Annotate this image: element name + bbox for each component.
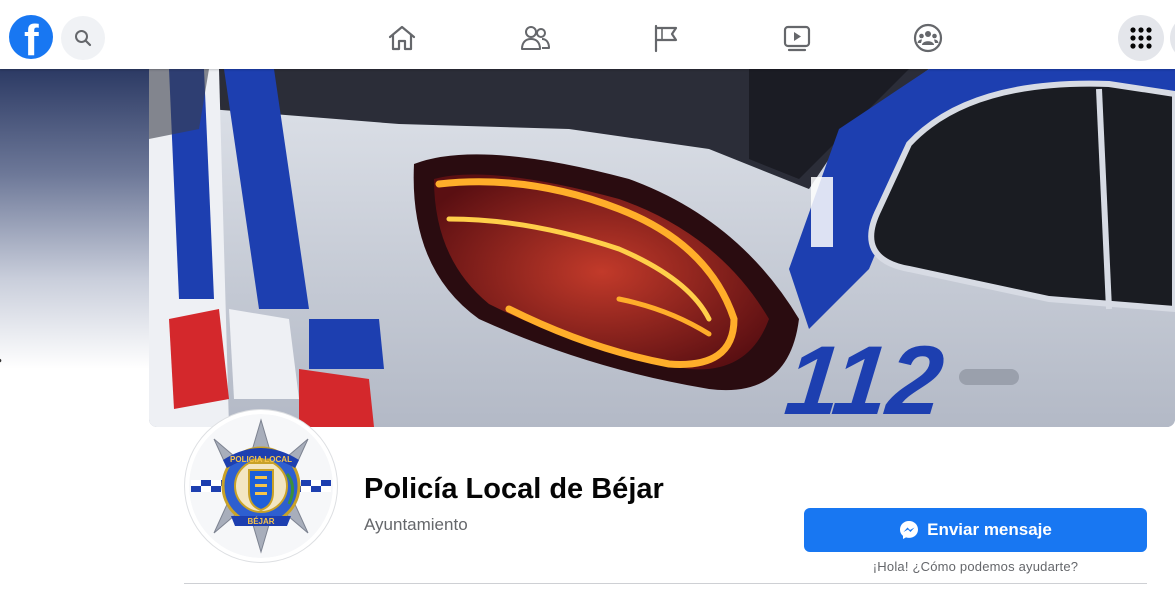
watch-icon: [783, 25, 811, 52]
facebook-logo-letter: f: [24, 16, 39, 59]
badge-top-text: POLICIA LOCAL: [230, 455, 292, 464]
profile-picture[interactable]: POLICIA LOCAL BÉJAR: [185, 410, 337, 562]
messenger-button-partial[interactable]: [1170, 15, 1175, 61]
cover-photo[interactable]: 112: [149, 69, 1175, 427]
page-category[interactable]: Ayuntamiento: [364, 515, 468, 535]
cover-number-text: 112: [781, 325, 949, 427]
search-button[interactable]: [61, 16, 105, 60]
police-car-illustration: 112: [149, 69, 1175, 427]
profile-picture-image: POLICIA LOCAL BÉJAR: [189, 414, 333, 558]
greeting-text: ¡Hola! ¿Cómo podemos ayudarte?: [872, 559, 1079, 574]
home-icon: [388, 25, 416, 51]
left-edge-glyph: •: [0, 352, 2, 368]
nav-pages[interactable]: [650, 22, 682, 54]
nav-home[interactable]: [386, 22, 418, 54]
profile-divider: [184, 583, 1147, 584]
messenger-icon: [900, 521, 919, 539]
facebook-logo-icon[interactable]: f: [9, 15, 53, 59]
top-navigation-bar: f: [0, 0, 1175, 69]
friends-icon: [521, 26, 550, 50]
nav-groups[interactable]: [912, 22, 944, 54]
groups-icon: [913, 23, 943, 53]
page-title: Policía Local de Béjar: [364, 473, 664, 505]
nav-watch[interactable]: [781, 22, 813, 54]
search-icon: [75, 30, 92, 47]
nav-friends[interactable]: [519, 22, 551, 54]
left-background-panel: •: [0, 69, 149, 369]
pages-flag-icon: [654, 24, 678, 53]
menu-button[interactable]: [1118, 15, 1164, 61]
police-badge-emblem: POLICIA LOCAL BÉJAR: [189, 414, 333, 558]
menu-grid-icon: [1130, 27, 1152, 49]
badge-bottom-text: BÉJAR: [247, 517, 274, 526]
send-message-label: Enviar mensaje: [927, 520, 1052, 539]
send-message-button[interactable]: Enviar mensaje: [804, 508, 1147, 552]
